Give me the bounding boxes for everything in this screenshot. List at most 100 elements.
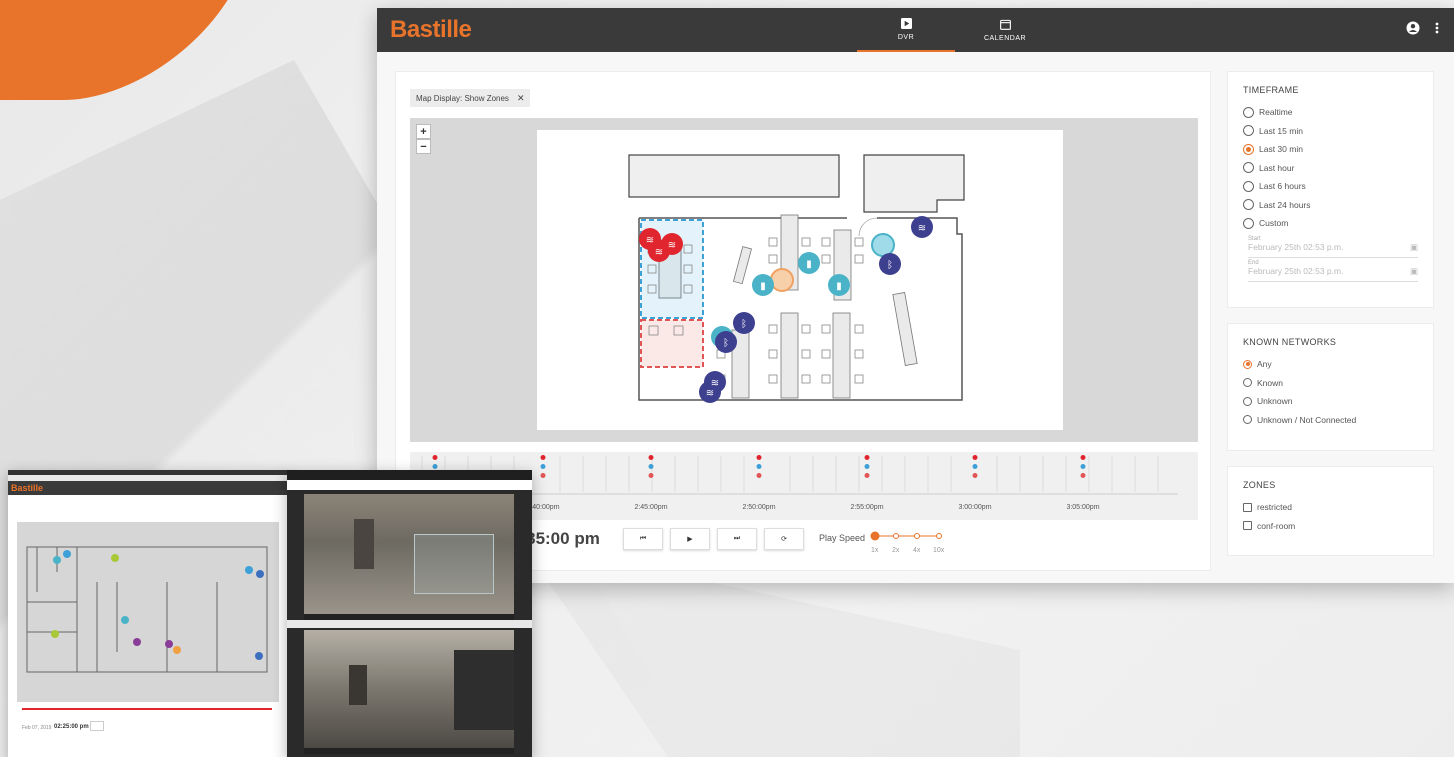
network-option[interactable]: Any — [1243, 355, 1433, 374]
timeline-label: 3:00:00pm — [958, 504, 992, 511]
network-option[interactable]: Known — [1243, 374, 1433, 393]
play-icon: ▶ — [687, 536, 693, 543]
radio-button[interactable] — [1243, 378, 1252, 388]
camera-toolbar — [287, 620, 532, 628]
timeframe-option[interactable]: Last 15 min — [1243, 122, 1433, 141]
mini-logo: Bastille — [11, 483, 44, 493]
network-option[interactable]: Unknown / Not Connected — [1243, 411, 1433, 430]
mini-browser-window: Bastille Feb 07, 2019 02:25:00 pm — [8, 470, 290, 757]
camera-window — [287, 470, 532, 757]
camera-glass — [414, 534, 494, 594]
start-date-value: February 25th 02:53 p.m. — [1248, 241, 1344, 252]
radio-button[interactable] — [1243, 199, 1254, 211]
zoom-out-button[interactable]: − — [416, 139, 431, 154]
timeframe-option[interactable]: Last hour — [1243, 159, 1433, 178]
option-label: Last 30 min — [1259, 144, 1303, 155]
timeframe-option[interactable]: Last 24 hours — [1243, 196, 1433, 215]
zones-title: ZONES — [1243, 480, 1276, 490]
timeline-marker — [1080, 455, 1086, 460]
svg-text:≋: ≋ — [918, 223, 926, 234]
network-option[interactable]: Unknown — [1243, 392, 1433, 411]
timeframe-option[interactable]: Last 30 min — [1243, 140, 1433, 159]
radio-button-selected[interactable] — [1243, 359, 1252, 369]
timeframe-option[interactable]: Custom — [1243, 214, 1433, 233]
calendar-icon[interactable]: ▣ — [1410, 242, 1418, 253]
tab-dvr-label: DVR — [897, 33, 915, 41]
checkbox[interactable] — [1243, 521, 1252, 531]
camera-feed-top[interactable] — [304, 494, 514, 614]
camera-tab-bar — [287, 470, 532, 480]
radio-button[interactable] — [1243, 162, 1254, 174]
start-date-field[interactable]: February 25th 02:53 p.m. ▣ — [1248, 242, 1418, 258]
radio-button[interactable] — [1243, 396, 1252, 406]
tab-calendar[interactable]: CALENDAR — [956, 8, 1054, 52]
option-label: restricted — [1257, 502, 1292, 513]
camera-person — [349, 665, 367, 705]
mini-date: Feb 07, 2019 — [22, 725, 52, 731]
timeline-marker — [972, 455, 978, 460]
timeline-marker — [756, 464, 762, 469]
timeline-marker — [648, 473, 654, 478]
radio-button[interactable] — [1243, 415, 1252, 425]
mini-time: 02:25:00 pm — [54, 724, 89, 730]
zone-option[interactable]: restricted — [1243, 498, 1433, 517]
mini-top-bar: Bastille — [8, 481, 290, 495]
timeline-marker — [1080, 464, 1086, 469]
timeline-marker — [972, 473, 978, 478]
background-swoosh — [0, 0, 258, 100]
radio-button[interactable] — [1243, 217, 1254, 229]
timeframe-option[interactable]: Realtime — [1243, 103, 1433, 122]
account-icon[interactable] — [1406, 21, 1420, 35]
svg-text:▮: ▮ — [760, 281, 766, 292]
skip-forward-button[interactable]: ⏭ — [717, 528, 757, 550]
timeframe-option[interactable]: Last 6 hours — [1243, 177, 1433, 196]
zoom-in-button[interactable]: + — [416, 124, 431, 139]
app-logo: Bastille — [390, 16, 472, 43]
calendar-icon[interactable]: ▣ — [1410, 266, 1418, 277]
end-date-field[interactable]: February 25th 02:53 p.m. ▣ — [1248, 266, 1418, 282]
option-label: Unknown / Not Connected — [1257, 414, 1357, 425]
radio-button[interactable] — [1243, 125, 1254, 137]
timeline-marker — [972, 464, 978, 469]
play-speed-slider[interactable]: 1x 2x 4x 10x — [862, 530, 952, 560]
timeline-marker — [864, 464, 870, 469]
filter-chip[interactable]: Map Display: Show Zones ✕ — [410, 89, 531, 107]
speed-option[interactable]: 1x — [871, 547, 878, 554]
close-icon[interactable]: ✕ — [517, 93, 525, 104]
option-label: Realtime — [1259, 107, 1293, 118]
camera-feed-bottom[interactable] — [304, 630, 514, 748]
speed-option[interactable]: 4x — [913, 547, 920, 554]
option-label: conf-room — [1257, 520, 1296, 531]
timeline-marker — [540, 473, 546, 478]
mini-timeline-bar[interactable] — [22, 708, 272, 710]
skip-forward-icon: ⏭ — [733, 535, 741, 542]
more-menu-icon[interactable] — [1434, 21, 1440, 35]
svg-text:≋: ≋ — [706, 388, 714, 399]
top-right-actions — [1406, 21, 1440, 35]
skip-back-button[interactable]: ⏮ — [623, 528, 663, 550]
zone-option[interactable]: conf-room — [1243, 517, 1433, 536]
radio-button-selected[interactable] — [1243, 143, 1254, 155]
camera-controls-bottom[interactable] — [304, 748, 514, 754]
mini-play-button[interactable] — [90, 721, 104, 731]
timeline-marker — [432, 455, 438, 460]
floor-plan: ≋ ≋ ≋ ≋ ≋ ≋ ᛒᛒᛒ ▮ ▮ ▮ — [537, 130, 1063, 430]
checkbox[interactable] — [1243, 502, 1252, 512]
timeline-marker — [648, 464, 654, 469]
option-label: Last 15 min — [1259, 125, 1303, 136]
speed-option[interactable]: 2x — [892, 547, 899, 554]
speed-option[interactable]: 10x — [933, 547, 944, 554]
radio-button[interactable] — [1243, 180, 1254, 192]
skip-back-icon: ⏮ — [639, 535, 647, 542]
timeline-marker — [432, 464, 438, 469]
floor-map[interactable]: + − ≋ ≋ ≋ ≋ ≋ ≋ ᛒ ᛒ ᛒ ▮ ▮ ▮ — [410, 118, 1198, 442]
filter-chip-label: Map Display: Show Zones — [416, 93, 509, 103]
timeline-marker — [540, 464, 546, 469]
calendar-icon — [999, 19, 1011, 30]
tab-dvr[interactable]: DVR — [857, 8, 955, 52]
play-button[interactable]: ▶ — [670, 528, 710, 550]
refresh-button[interactable]: ⟳ — [764, 528, 804, 550]
timeframe-panel: TIMEFRAME Realtime Last 15 min Last 30 m… — [1227, 71, 1434, 308]
timeline-marker — [540, 455, 546, 460]
radio-button[interactable] — [1243, 106, 1254, 118]
